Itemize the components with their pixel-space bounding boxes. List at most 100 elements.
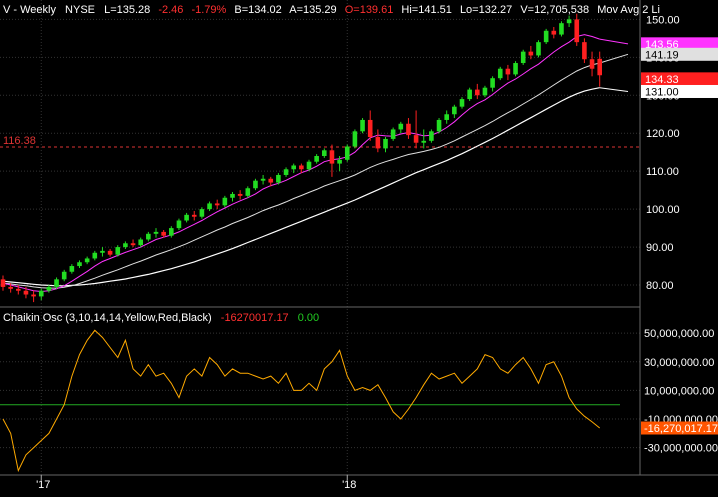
- candle-body: [100, 250, 105, 253]
- candle-body: [291, 165, 296, 170]
- candle-body: [306, 161, 312, 170]
- candle-body: [467, 89, 472, 100]
- candle-body: [107, 250, 113, 255]
- open-label: O=139.61: [345, 4, 394, 16]
- candle-body: [61, 271, 67, 280]
- candle-body: [0, 279, 6, 287]
- candle-body: [566, 19, 572, 24]
- osc-tick-label: -30,000,000.00: [644, 443, 718, 455]
- candle-body: [84, 258, 90, 263]
- symbol-label: V - Weekly: [3, 4, 56, 16]
- time-tick-label: '18: [342, 479, 356, 491]
- candle-body: [482, 87, 488, 96]
- oscillator-title-line: Chaikin Osc (3,10,14,14,Yellow,Red,Black…: [3, 312, 319, 324]
- candle-body: [230, 193, 235, 198]
- candle-body: [505, 68, 511, 75]
- candle-body: [314, 156, 319, 162]
- candle-body: [153, 231, 159, 234]
- candle-body: [8, 286, 13, 289]
- osc-tick-label: 30,000,000.00: [644, 357, 714, 369]
- stock-chart: 150.00140.00130.00120.00110.00100.0090.0…: [0, 0, 718, 492]
- candle-body: [199, 209, 205, 217]
- candle-body: [191, 214, 197, 217]
- candle-body: [551, 30, 557, 35]
- price-badge-label: 141.19: [645, 49, 679, 61]
- time-tick-label: '17: [36, 479, 50, 491]
- candle-body: [559, 23, 564, 35]
- candle-body: [207, 203, 212, 210]
- osc-tick-label: 50,000,000.00: [644, 328, 714, 340]
- candle-body: [329, 150, 335, 164]
- candle-body: [69, 266, 75, 272]
- candle-body: [597, 58, 602, 76]
- candle-body: [459, 99, 465, 107]
- candle-body: [161, 231, 166, 236]
- candle-body: [490, 78, 495, 88]
- chart-canvas: 150.00140.00130.00120.00110.00100.0090.0…: [0, 0, 718, 492]
- candle-body: [444, 114, 449, 120]
- candle-body: [237, 193, 243, 196]
- candle-body: [214, 203, 220, 206]
- candle-body: [16, 288, 21, 291]
- candle-body: [253, 180, 258, 189]
- candle-body: [398, 123, 404, 130]
- chart-background: [0, 0, 718, 492]
- candle-body: [23, 290, 29, 295]
- candle-body: [344, 146, 350, 160]
- candle-body: [260, 178, 266, 181]
- low-label: Lo=132.27: [460, 4, 512, 16]
- candle-body: [77, 262, 82, 267]
- candle-body: [520, 51, 526, 64]
- candle-body: [375, 137, 381, 149]
- candle-body: [54, 279, 59, 287]
- ask-label: A=135.29: [289, 4, 336, 16]
- price-tick-label: 90.00: [646, 242, 674, 254]
- oscillator-zero-value: 0.00: [298, 312, 319, 324]
- candle-body: [367, 119, 373, 138]
- candle-body: [283, 169, 289, 175]
- candle-body: [497, 68, 503, 79]
- candle-body: [38, 290, 44, 297]
- volume-label: V=12,705,538: [520, 4, 589, 16]
- candle-body: [138, 239, 143, 246]
- candle-body: [390, 129, 396, 139]
- high-label: Hi=141.51: [401, 4, 451, 16]
- price-tick-label: 120.00: [646, 128, 680, 140]
- candle-body: [184, 214, 189, 221]
- candle-body: [452, 106, 457, 115]
- candle-body: [115, 247, 121, 255]
- candle-body: [475, 89, 480, 96]
- candle-body: [413, 135, 419, 143]
- candle-body: [276, 174, 281, 183]
- candle-body: [421, 140, 427, 143]
- candle-body: [406, 123, 411, 136]
- candle-body: [429, 131, 434, 141]
- candle-body: [46, 286, 52, 291]
- candle-body: [360, 119, 365, 132]
- studies-label: Mov Avg 2 Li: [597, 4, 660, 16]
- price-badge-label: 131.00: [645, 86, 679, 98]
- candle-body: [123, 243, 128, 248]
- candle-body: [245, 188, 251, 196]
- candle-body: [92, 252, 98, 259]
- candle-body: [589, 59, 595, 69]
- candle-body: [582, 42, 587, 60]
- exchange-label: NYSE: [65, 4, 95, 16]
- candle-body: [528, 51, 534, 56]
- price-tick-label: 100.00: [646, 204, 680, 216]
- oscillator-current-value: -16270017.17: [221, 312, 289, 324]
- candle-body: [169, 228, 174, 236]
- candle-body: [130, 243, 136, 246]
- bid-label: B=134.02: [234, 4, 281, 16]
- reference-line-label: 116.38: [3, 135, 36, 147]
- oscillator-title: Chaikin Osc (3,10,14,14,Yellow,Red,Black…: [3, 312, 212, 324]
- candle-body: [268, 178, 274, 183]
- candle-body: [383, 138, 388, 149]
- price-tick-label: 150.00: [646, 14, 680, 26]
- price-badge-label: 134.33: [645, 74, 679, 86]
- price-tick-label: 110.00: [646, 166, 679, 178]
- candle-body: [31, 294, 36, 297]
- last-label: L=135.28: [104, 4, 150, 16]
- candle-body: [543, 30, 549, 43]
- candle-body: [536, 42, 541, 56]
